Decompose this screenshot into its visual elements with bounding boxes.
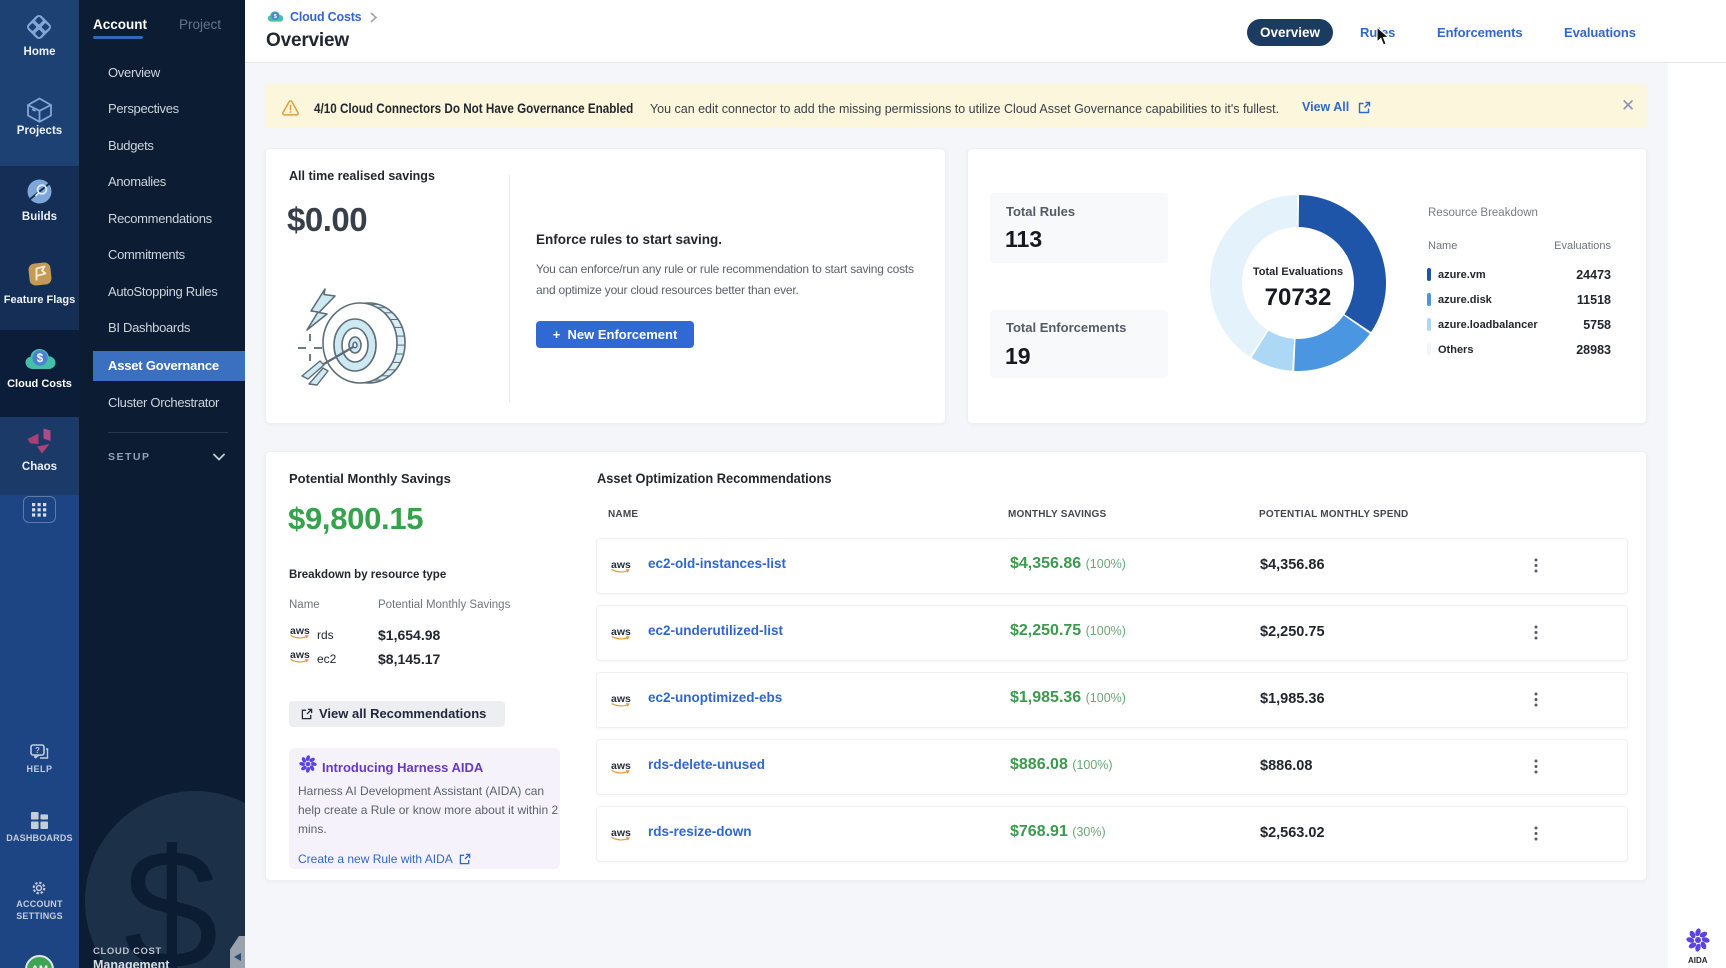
svg-text:aws: aws	[290, 649, 310, 661]
svg-text:aws: aws	[611, 693, 631, 705]
svg-text:?: ?	[35, 746, 40, 755]
svg-text:aws: aws	[611, 827, 631, 839]
svg-text:aws: aws	[611, 559, 631, 571]
svg-text:aws: aws	[611, 626, 631, 638]
svg-text:aws: aws	[290, 625, 310, 637]
svg-text:$: $	[37, 353, 44, 365]
svg-text:aws: aws	[611, 760, 631, 772]
